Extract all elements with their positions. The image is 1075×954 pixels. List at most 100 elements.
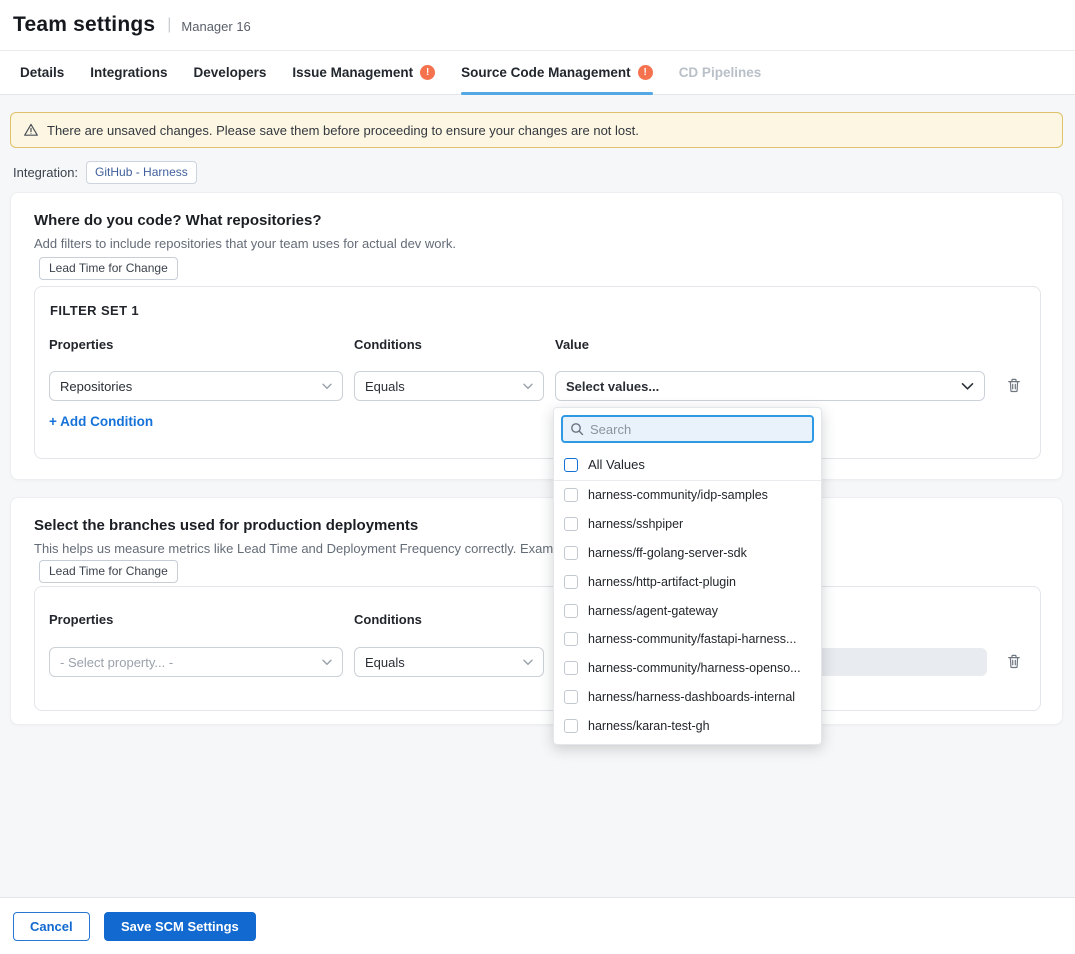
tab[interactable]: Details xyxy=(20,51,64,94)
branches-card-title: Select the branches used for production … xyxy=(34,517,418,534)
repo-option[interactable]: harness/http-artifact-plugin xyxy=(554,567,821,596)
repo-option-label: harness-community/fastapi-harness... xyxy=(588,632,796,646)
integration-label: Integration: xyxy=(13,165,78,180)
tab[interactable]: Issue Management ! xyxy=(292,51,435,94)
branches-card-subtitle: This helps us measure metrics like Lead … xyxy=(34,541,620,556)
chevron-down-icon xyxy=(322,383,332,390)
branches-card: Select the branches used for production … xyxy=(10,497,1063,725)
integration-row: Integration: GitHub - Harness xyxy=(13,160,197,184)
checkbox-unchecked-icon[interactable] xyxy=(564,719,578,733)
save-scm-settings-button[interactable]: Save SCM Settings xyxy=(104,912,256,941)
repo-option[interactable]: harness/harness-dashboards-internal xyxy=(554,683,821,712)
tab[interactable]: CD Pipelines xyxy=(679,51,762,94)
repo-option[interactable]: harness/ff-golang-server-sdk xyxy=(554,539,821,568)
condition-select[interactable]: Equals xyxy=(354,371,544,401)
repo-option-label: harness/karan-test-gh xyxy=(588,719,710,733)
chevron-down-icon xyxy=(523,383,533,390)
property-select-placeholder: - Select property... - xyxy=(60,655,322,670)
unsaved-changes-text: There are unsaved changes. Please save t… xyxy=(47,123,639,138)
dropdown-search[interactable] xyxy=(561,415,814,443)
property-select[interactable]: Repositories xyxy=(49,371,343,401)
repo-option[interactable]: harness/... xyxy=(554,740,821,745)
repo-option[interactable]: harness-community/idp-samples xyxy=(554,481,821,510)
checkbox-unchecked-icon[interactable] xyxy=(564,546,578,560)
integration-chip[interactable]: GitHub - Harness xyxy=(86,161,197,184)
properties-column-label: Properties xyxy=(49,612,113,627)
lead-time-chip: Lead Time for Change xyxy=(39,257,178,280)
tab-alert-badge: ! xyxy=(420,65,435,80)
checkbox-unchecked-icon[interactable] xyxy=(564,517,578,531)
lead-time-chip: Lead Time for Change xyxy=(39,560,178,583)
chevron-down-icon xyxy=(961,382,974,391)
delete-condition-button[interactable] xyxy=(1004,651,1024,671)
trash-icon xyxy=(1006,653,1022,670)
checkbox-unchecked-icon[interactable] xyxy=(564,575,578,589)
branches-filter-set: Properties Conditions - Select property.… xyxy=(34,586,1041,711)
team-name: Manager 16 xyxy=(181,16,250,34)
cancel-button[interactable]: Cancel xyxy=(13,912,90,941)
unsaved-changes-banner: There are unsaved changes. Please save t… xyxy=(10,112,1063,148)
delete-condition-button[interactable] xyxy=(1004,375,1024,395)
select-all-values-option[interactable]: All Values xyxy=(554,449,821,481)
value-multiselect-placeholder: Select values... xyxy=(566,379,961,394)
footer-bar: Cancel Save SCM Settings xyxy=(0,897,1075,954)
repo-option-label: harness/agent-gateway xyxy=(588,604,718,618)
value-multiselect[interactable]: Select values... xyxy=(555,371,985,401)
condition-select-value: Equals xyxy=(365,655,523,670)
filter-set-1: FILTER SET 1 Properties Conditions Value… xyxy=(34,286,1041,459)
trash-icon xyxy=(1006,377,1022,394)
tab-label: Details xyxy=(20,65,64,80)
condition-select[interactable]: Equals xyxy=(354,647,544,677)
tab-alert-badge: ! xyxy=(638,65,653,80)
tab-label: Developers xyxy=(194,65,267,80)
filter-set-title: FILTER SET 1 xyxy=(50,303,139,318)
repo-options-list: harness-community/idp-samples harness/ss… xyxy=(554,481,821,745)
search-input[interactable] xyxy=(590,422,805,437)
repo-option[interactable]: harness/sshpiper xyxy=(554,510,821,539)
repositories-card-subtitle: Add filters to include repositories that… xyxy=(34,236,456,251)
checkbox-unchecked-icon[interactable] xyxy=(564,661,578,675)
value-column-label: Value xyxy=(555,337,589,352)
title-divider: | xyxy=(167,16,171,34)
repo-option-label: harness/sshpiper xyxy=(588,517,683,531)
repo-option-label: harness/harness-dashboards-internal xyxy=(588,690,795,704)
properties-column-label: Properties xyxy=(49,337,113,352)
tab-label: Integrations xyxy=(90,65,167,80)
select-all-label: All Values xyxy=(588,457,645,472)
repo-option-label: harness/ff-golang-server-sdk xyxy=(588,546,747,560)
checkbox-unchecked-icon[interactable] xyxy=(564,458,578,472)
page-header: Team settings | Manager 16 xyxy=(0,0,1075,51)
tab-bar: Details Integrations Developers Issue Ma… xyxy=(0,51,1075,95)
warning-triangle-icon xyxy=(23,122,39,138)
repo-option[interactable]: harness/agent-gateway xyxy=(554,596,821,625)
repo-option-label: harness-community/harness-openso... xyxy=(588,661,801,675)
tab-label: CD Pipelines xyxy=(679,65,762,80)
checkbox-unchecked-icon[interactable] xyxy=(564,690,578,704)
repositories-card: Where do you code? What repositories? Ad… xyxy=(10,192,1063,480)
conditions-column-label: Conditions xyxy=(354,337,422,352)
checkbox-unchecked-icon[interactable] xyxy=(564,604,578,618)
condition-select-value: Equals xyxy=(365,379,523,394)
tab[interactable]: Developers xyxy=(194,51,267,94)
search-icon xyxy=(570,422,584,436)
repo-option[interactable]: harness-community/harness-openso... xyxy=(554,654,821,683)
repo-option[interactable]: harness-community/fastapi-harness... xyxy=(554,625,821,654)
repositories-card-title: Where do you code? What repositories? xyxy=(34,212,322,229)
tab-label: Issue Management xyxy=(292,65,413,80)
checkbox-unchecked-icon[interactable] xyxy=(564,632,578,646)
conditions-column-label: Conditions xyxy=(354,612,422,627)
tab[interactable]: Source Code Management ! xyxy=(461,51,653,94)
chevron-down-icon xyxy=(322,659,332,666)
chevron-down-icon xyxy=(523,659,533,666)
repo-option-label: harness-community/idp-samples xyxy=(588,488,768,502)
repo-option-label: harness/http-artifact-plugin xyxy=(588,575,736,589)
property-select[interactable]: - Select property... - xyxy=(49,647,343,677)
repo-option[interactable]: harness/karan-test-gh xyxy=(554,711,821,740)
page-title: Team settings xyxy=(13,13,155,37)
add-condition-button[interactable]: + Add Condition xyxy=(49,414,153,429)
tab-label: Source Code Management xyxy=(461,65,631,80)
property-select-value: Repositories xyxy=(60,379,322,394)
values-dropdown-panel: All Values harness-community/idp-samples… xyxy=(553,407,822,745)
checkbox-unchecked-icon[interactable] xyxy=(564,488,578,502)
tab[interactable]: Integrations xyxy=(90,51,167,94)
